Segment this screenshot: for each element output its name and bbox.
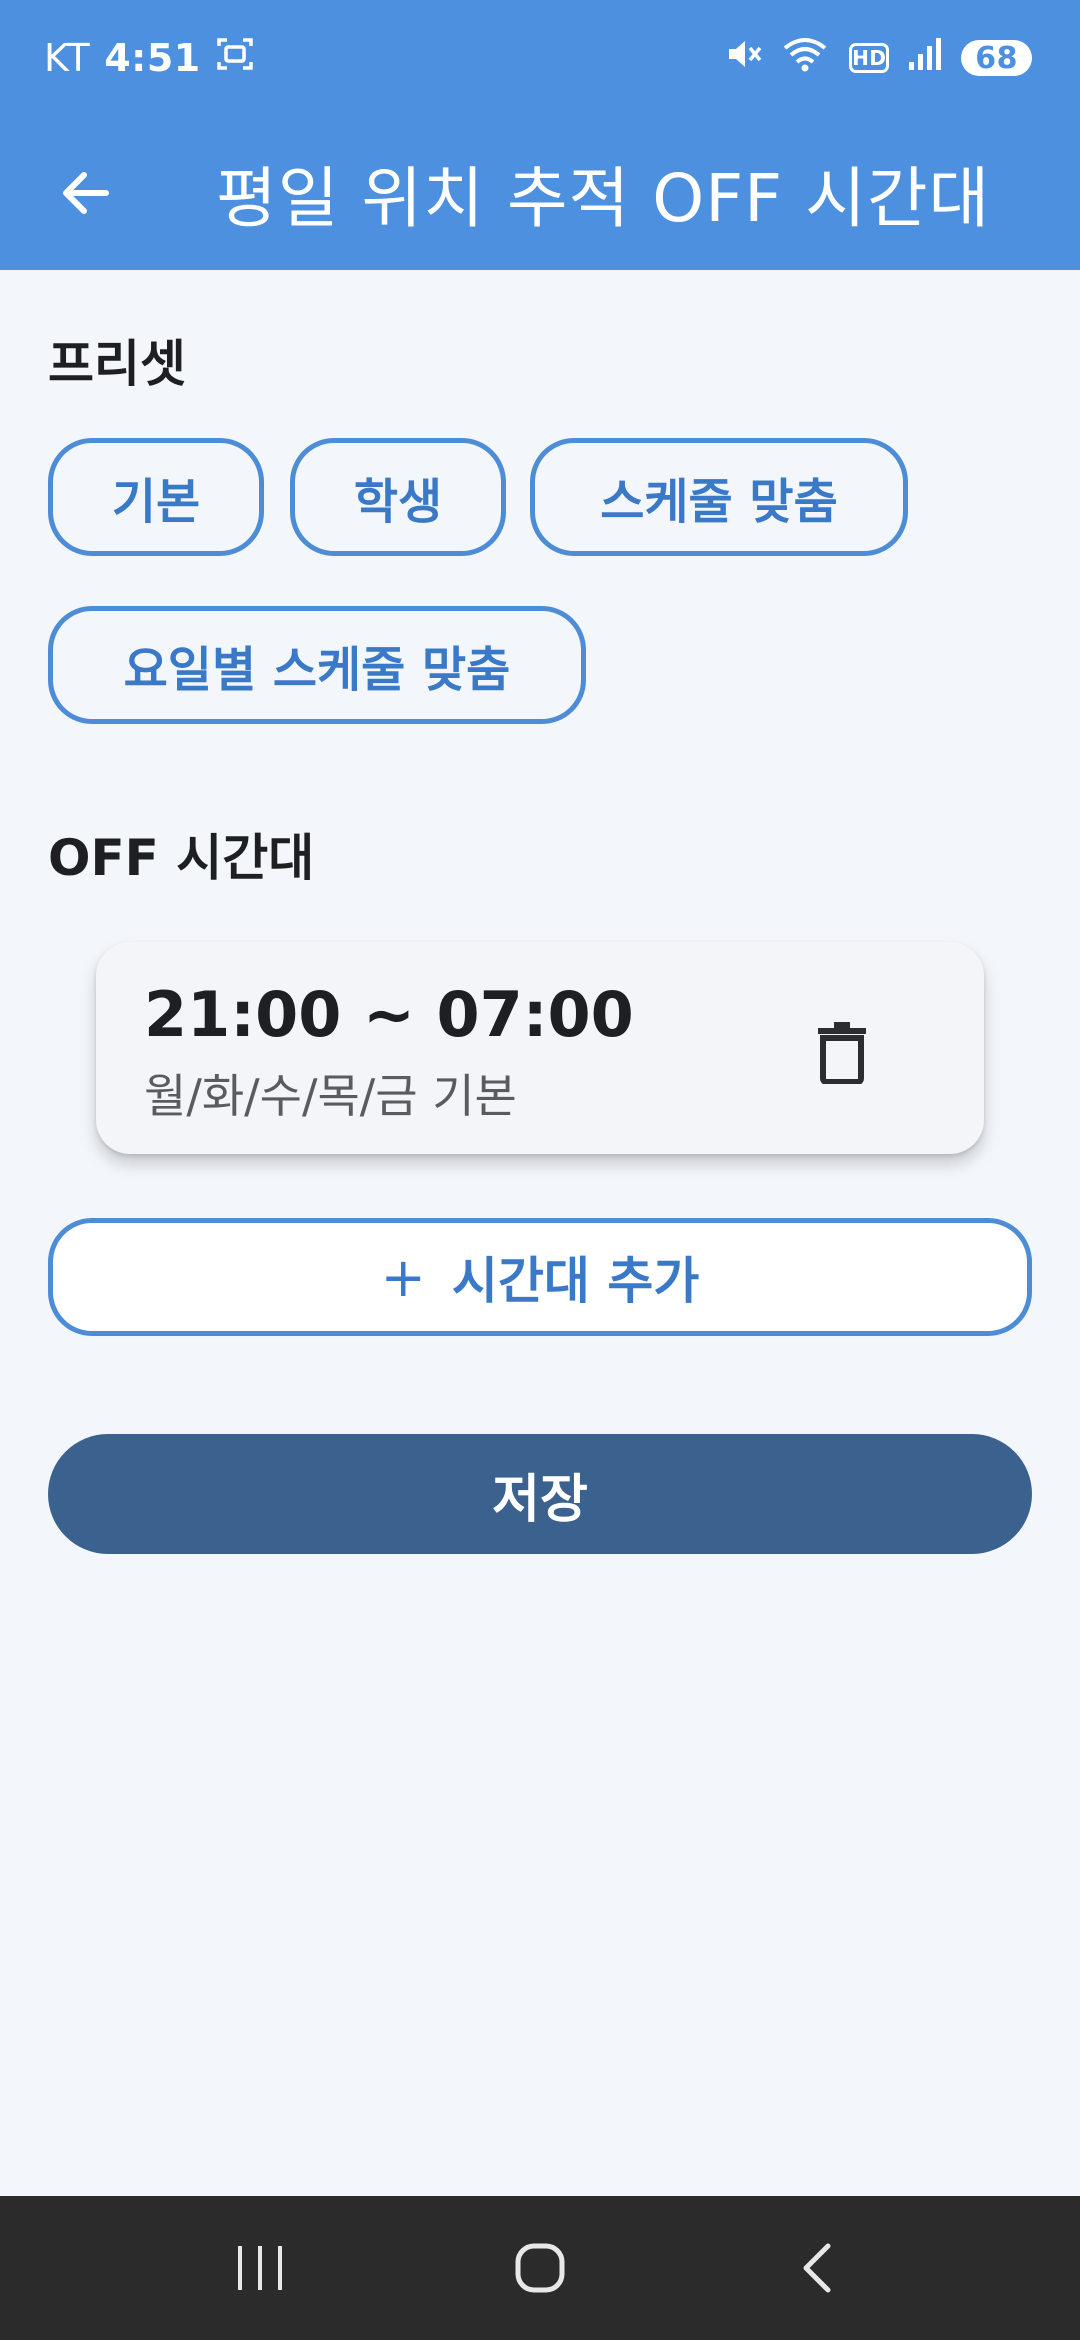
off-time-days: 월/화/수/목/금 기본 bbox=[144, 1069, 517, 1123]
add-time-slot-label: 시간대 추가 bbox=[451, 1252, 700, 1310]
status-bar: KT 4:51 HD 68 bbox=[0, 0, 1080, 116]
arrow-left-icon bbox=[63, 172, 109, 214]
status-right: HD 68 bbox=[723, 34, 1032, 83]
preset-chip-schedule[interactable]: 스케줄 맞춤 bbox=[530, 438, 908, 556]
off-section-title: OFF 시간대 bbox=[48, 829, 315, 887]
top-bar: KT 4:51 HD 68 평일 위치 추적 OFF 시간대 bbox=[0, 0, 1080, 270]
trash-icon bbox=[818, 1022, 866, 1085]
home-button[interactable] bbox=[480, 2218, 600, 2318]
carrier-label: KT bbox=[44, 36, 91, 80]
wifi-icon bbox=[781, 34, 831, 83]
mute-icon bbox=[723, 34, 763, 83]
app-bar: 평일 위치 추적 OFF 시간대 bbox=[0, 116, 1080, 270]
preset-chip-student[interactable]: 학생 bbox=[290, 438, 506, 556]
back-nav-button[interactable] bbox=[760, 2218, 880, 2318]
preset-chip-basic[interactable]: 기본 bbox=[48, 438, 264, 556]
navigation-bar bbox=[0, 2196, 1080, 2340]
off-time-range: 21:00 ~ 07:00 bbox=[144, 978, 634, 1051]
preset-chip-weekday-schedule[interactable]: 요일별 스케줄 맞춤 bbox=[48, 606, 586, 724]
recent-apps-icon bbox=[238, 2246, 282, 2290]
status-time: 4:51 bbox=[104, 36, 201, 80]
status-left: KT 4:51 bbox=[44, 34, 255, 83]
add-time-slot-button[interactable]: + 시간대 추가 bbox=[48, 1218, 1032, 1336]
signal-icon bbox=[907, 34, 943, 83]
hd-icon: HD bbox=[849, 43, 890, 73]
save-button[interactable]: 저장 bbox=[48, 1434, 1032, 1554]
delete-button[interactable] bbox=[814, 1020, 870, 1085]
plus-icon: + bbox=[380, 1245, 426, 1309]
home-icon bbox=[515, 2243, 565, 2293]
off-time-card[interactable]: 21:00 ~ 07:00 월/화/수/목/금 기본 bbox=[96, 942, 984, 1154]
screenshot-icon bbox=[215, 34, 255, 83]
recent-apps-button[interactable] bbox=[200, 2218, 320, 2318]
battery-icon: 68 bbox=[961, 40, 1032, 76]
app-root: KT 4:51 HD 68 평일 위치 추적 OFF 시간대 프리셋 기본 학생… bbox=[0, 0, 1080, 2340]
page-title: 평일 위치 추적 OFF 시간대 bbox=[216, 160, 991, 237]
chevron-left-icon bbox=[803, 2243, 831, 2293]
back-button[interactable] bbox=[26, 133, 146, 253]
presets-title: 프리셋 bbox=[48, 335, 186, 393]
